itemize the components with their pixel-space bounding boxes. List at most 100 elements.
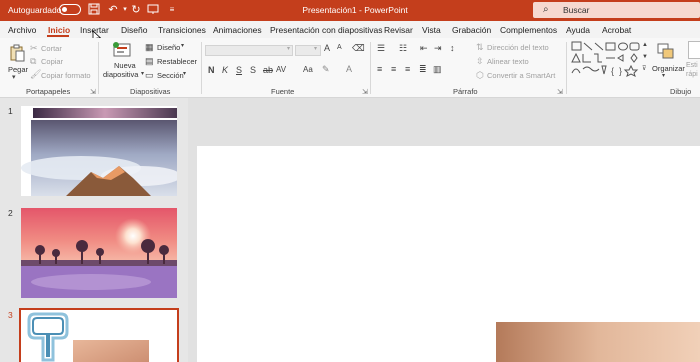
underline-button[interactable]: S	[236, 65, 242, 75]
paragraph-launcher-icon[interactable]: ⇲	[557, 88, 563, 96]
slide-thumbnail-1[interactable]	[21, 106, 177, 196]
strikethrough-icon[interactable]: ab	[263, 65, 273, 75]
shrink-font-icon[interactable]: A	[337, 44, 342, 51]
group-separator	[98, 42, 99, 94]
arrange-button[interactable]: Organizar	[652, 64, 685, 73]
arrange-icon[interactable]	[656, 42, 676, 60]
section-icon[interactable]: ▭	[145, 70, 154, 81]
numbering-icon[interactable]: ☷	[399, 43, 407, 54]
arrange-dropdown-icon[interactable]: ▾	[662, 72, 665, 79]
font-family-combo[interactable]	[205, 45, 293, 56]
quick-styles-icon[interactable]	[688, 41, 700, 59]
tab-presentacion[interactable]: Presentación con diapositivas	[270, 25, 382, 35]
new-slide-label[interactable]: Nueva	[114, 61, 136, 70]
tab-grabacion[interactable]: Grabación	[452, 25, 491, 35]
highlight-icon[interactable]: ✎	[322, 64, 330, 75]
reset-button[interactable]: Restablecer	[157, 57, 197, 66]
autosave-toggle[interactable]	[59, 4, 81, 15]
bullets-icon[interactable]: ☰	[377, 43, 385, 54]
align-text-icon[interactable]: ⇳	[476, 56, 484, 67]
gallery-more-icon[interactable]: ⊽	[642, 65, 646, 72]
align-left-icon[interactable]: ≡	[377, 64, 382, 74]
reset-icon[interactable]: ▤	[145, 56, 154, 67]
justify-icon[interactable]: ≣	[419, 64, 427, 75]
copy-button[interactable]: Copiar	[41, 57, 63, 66]
group-separator	[566, 42, 567, 94]
customize-icon[interactable]: ≡	[165, 3, 179, 17]
copy-icon[interactable]: ⧉	[30, 56, 36, 67]
cut-button[interactable]: Cortar	[41, 44, 62, 53]
group-separator	[370, 42, 371, 94]
slide-thumbnail-2[interactable]	[21, 208, 177, 298]
format-painter-icon[interactable]: 🖌	[30, 69, 41, 80]
font-color-icon[interactable]: A	[346, 64, 352, 74]
slide-thumbnail-3[interactable]	[19, 308, 179, 362]
svg-text:{: {	[611, 66, 614, 76]
shadow-button[interactable]: S	[250, 65, 256, 75]
slide-canvas[interactable]	[197, 146, 700, 362]
slide-image[interactable]	[496, 322, 700, 362]
align-text-button[interactable]: Alinear texto	[487, 57, 529, 66]
section-button[interactable]: Sección	[157, 71, 184, 80]
clipboard-launcher-icon[interactable]: ⇲	[90, 88, 96, 96]
quick-styles-button[interactable]: Esti rápi	[686, 61, 700, 79]
smartart-icon[interactable]: ⬡	[476, 70, 484, 81]
columns-icon[interactable]: ▥	[433, 64, 442, 75]
paste-icon[interactable]	[8, 44, 26, 62]
italic-button[interactable]: K	[222, 65, 228, 75]
layout-button[interactable]: Diseño	[157, 43, 180, 52]
grow-font-icon[interactable]: A	[324, 43, 330, 53]
tab-complementos[interactable]: Complementos	[500, 25, 557, 35]
shapes-gallery[interactable]: { }	[571, 41, 641, 77]
font-family-dropdown-icon[interactable]: ▾	[287, 45, 290, 52]
search-box[interactable]: ⌕ Buscar	[533, 2, 700, 18]
increase-indent-icon[interactable]: ⇥	[434, 43, 442, 54]
present-icon[interactable]	[146, 3, 160, 17]
gallery-down-icon[interactable]: ▼	[642, 54, 648, 60]
drawing-group-label: Dibujo	[670, 87, 692, 96]
slide-thumbnail-pane[interactable]: 1 2 3	[0, 98, 188, 362]
smartart-button[interactable]: Convertir a SmartArt	[487, 71, 555, 80]
tab-acrobat[interactable]: Acrobat	[602, 25, 631, 35]
tab-diseno[interactable]: Diseño	[121, 25, 147, 35]
new-slide-icon[interactable]	[112, 41, 132, 59]
new-slide-dropdown-icon[interactable]: ▾	[141, 70, 144, 77]
search-placeholder: Buscar	[563, 5, 590, 15]
group-separator	[201, 42, 202, 94]
font-group-label: Fuente	[271, 87, 295, 96]
tab-revisar[interactable]: Revisar	[384, 25, 413, 35]
bold-button[interactable]: N	[208, 65, 215, 75]
paste-button[interactable]: Pegar	[8, 65, 28, 74]
clear-format-icon[interactable]: ⌫	[352, 43, 365, 54]
tab-ayuda[interactable]: Ayuda	[566, 25, 590, 35]
tab-vista[interactable]: Vista	[422, 25, 441, 35]
text-direction-button[interactable]: Dirección del texto	[487, 43, 549, 52]
align-center-icon[interactable]: ≡	[391, 64, 396, 74]
line-spacing-icon[interactable]: ↕	[450, 43, 455, 53]
format-painter-button[interactable]: Copiar formato	[41, 71, 91, 80]
tab-archivo[interactable]: Archivo	[8, 25, 36, 35]
cut-icon[interactable]: ✂	[30, 43, 38, 54]
font-size-combo[interactable]	[295, 45, 321, 56]
tab-inicio[interactable]: Inicio	[48, 25, 70, 35]
char-spacing-button[interactable]: AV	[276, 65, 286, 74]
slide-number-active: 3	[8, 310, 13, 320]
slide-3-preview	[21, 310, 177, 362]
font-launcher-icon[interactable]: ⇲	[362, 88, 368, 96]
tab-animaciones[interactable]: Animaciones	[213, 25, 262, 35]
decrease-indent-icon[interactable]: ⇤	[420, 43, 428, 54]
paste-dropdown-icon[interactable]: ▾	[12, 73, 16, 81]
text-direction-icon[interactable]: ⇅	[476, 42, 484, 53]
layout-icon[interactable]: ▦	[145, 42, 154, 53]
font-size-dropdown-icon[interactable]: ▾	[314, 45, 317, 52]
tab-transiciones[interactable]: Transiciones	[158, 25, 206, 35]
save-icon[interactable]	[87, 3, 101, 17]
redo-icon[interactable]: ↻	[129, 3, 143, 17]
change-case-button[interactable]: Aa	[303, 65, 313, 74]
layout-dropdown-icon[interactable]: ▾	[181, 42, 184, 49]
paragraph-group-label: Párrafo	[453, 87, 478, 96]
section-dropdown-icon[interactable]: ▾	[183, 70, 186, 77]
align-right-icon[interactable]: ≡	[405, 64, 410, 74]
new-slide-label-2[interactable]: diapositiva	[103, 70, 138, 79]
gallery-up-icon[interactable]: ▲	[642, 42, 648, 48]
